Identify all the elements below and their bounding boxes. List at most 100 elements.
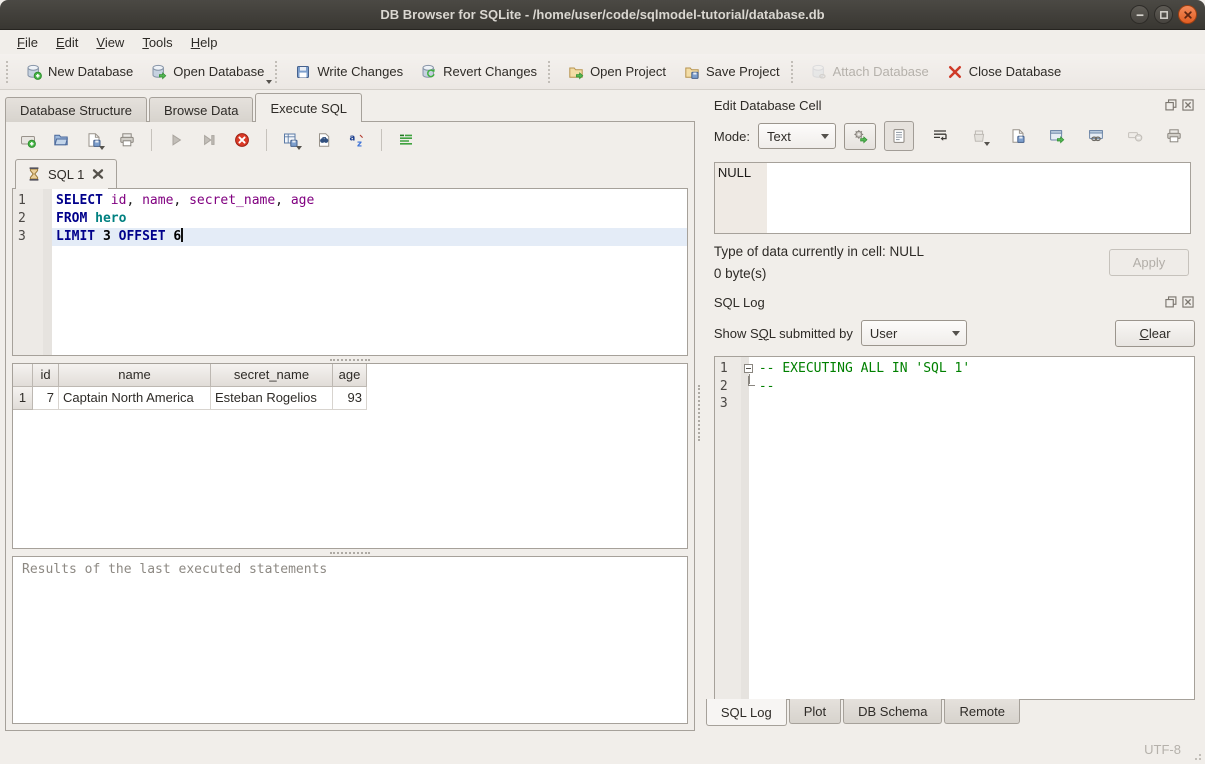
hourglass-icon (26, 166, 42, 182)
table-cell[interactable]: 93 (333, 387, 367, 410)
word-wrap-button[interactable] (927, 123, 953, 149)
table-row[interactable]: 17Captain North AmericaEsteban Rogelios9… (13, 387, 687, 410)
sql-log-editor[interactable]: 1-- EXECUTING ALL IN 'SQL 1'2--3 (714, 356, 1195, 700)
minimize-icon[interactable] (1130, 5, 1149, 24)
close-tab-icon[interactable] (90, 166, 106, 182)
dropdown-caret-icon[interactable] (99, 146, 105, 150)
import-cell-button[interactable] (966, 123, 992, 149)
print-sql-icon (119, 132, 135, 148)
column-header-name[interactable]: name (59, 364, 211, 387)
line-number: 1 (13, 192, 43, 210)
toolbar-grip[interactable] (548, 61, 554, 83)
export-cell-button[interactable] (1005, 123, 1031, 149)
revert-changes-button[interactable]: Revert Changes (412, 58, 546, 86)
format-sql-icon: az (349, 132, 365, 148)
table-cell[interactable]: Captain North America (59, 387, 211, 410)
export-results-button[interactable] (279, 128, 303, 152)
clear-button[interactable]: Clear (1115, 320, 1195, 347)
open-external-button[interactable] (1044, 123, 1070, 149)
execute-sql-button[interactable] (164, 128, 188, 152)
column-header-id[interactable]: id (33, 364, 59, 387)
mode-select[interactable]: Text (758, 123, 836, 149)
sql-code-editor[interactable]: 1SELECT id, name, secret_name, age2FROM … (12, 188, 688, 356)
row-number[interactable]: 1 (13, 387, 33, 410)
tab-plot[interactable]: Plot (789, 699, 841, 724)
cell-editor[interactable]: NULL (714, 162, 1191, 234)
log-line: 2-- (715, 378, 1194, 396)
tab-browse-data[interactable]: Browse Data (149, 97, 253, 122)
menu-tools[interactable]: Tools (133, 33, 181, 52)
grid-corner[interactable] (13, 364, 33, 387)
dropdown-caret-icon[interactable] (296, 146, 302, 150)
tab-execute-sql[interactable]: Execute SQL (255, 93, 362, 122)
log-filter-select[interactable]: User (861, 320, 967, 346)
text-mode-button[interactable] (884, 121, 914, 151)
code-line: 1SELECT id, name, secret_name, age (13, 192, 687, 210)
auto-format-button[interactable] (394, 128, 418, 152)
menu-file[interactable]: File (8, 33, 47, 52)
close-panel-icon[interactable] (1181, 98, 1195, 112)
write-changes-button[interactable]: Write Changes (286, 58, 412, 86)
open-project-button[interactable]: Open Project (559, 58, 675, 86)
find-replace-button[interactable] (312, 128, 336, 152)
column-header-secret_name[interactable]: secret_name (211, 364, 333, 387)
float-panel-icon[interactable] (1164, 98, 1178, 112)
dropdown-caret-icon[interactable] (266, 80, 272, 84)
print-sql-button[interactable] (115, 128, 139, 152)
grid-message-splitter[interactable] (6, 549, 694, 556)
table-cell[interactable]: Esteban Rogelios (211, 387, 333, 410)
tab-sql-log[interactable]: SQL Log (706, 699, 787, 726)
editor-grid-splitter[interactable] (6, 356, 694, 363)
code-token: OFFSET (119, 229, 166, 244)
tab-sql1[interactable]: SQL 1 (15, 159, 117, 188)
toolbar-grip[interactable] (791, 61, 797, 83)
table-cell[interactable]: 7 (33, 387, 59, 410)
main-toolbar: New DatabaseOpen Database Write ChangesRe… (0, 54, 1205, 90)
titlebar[interactable]: DB Browser for SQLite - /home/user/code/… (0, 0, 1205, 30)
tab-remote[interactable]: Remote (944, 699, 1020, 724)
code-token: secret_name (189, 193, 275, 208)
open-database-button[interactable]: Open Database (142, 58, 273, 86)
tab-db-schema[interactable]: DB Schema (843, 699, 942, 724)
new-database-button[interactable]: New Database (17, 58, 142, 86)
print-cell-button[interactable] (1161, 123, 1187, 149)
results-grid[interactable]: idnamesecret_nameage17Captain North Amer… (12, 363, 688, 549)
attach-database-icon (811, 64, 827, 80)
menu-view[interactable]: View (87, 33, 133, 52)
log-filter-row: Show SQL submitted by User Clear (706, 313, 1197, 353)
code-token: name (142, 193, 173, 208)
apply-mode-button[interactable] (844, 123, 876, 150)
set-null-button[interactable] (1122, 123, 1148, 149)
float-panel-icon[interactable] (1164, 295, 1178, 309)
copy-link-button[interactable] (1083, 123, 1109, 149)
apply-button[interactable]: Apply (1109, 249, 1189, 276)
stop-sql-button[interactable] (230, 128, 254, 152)
edit-cell-title: Edit Database Cell (714, 98, 822, 113)
text-mode-icon (891, 128, 907, 144)
window-controls (1130, 5, 1197, 24)
format-sql-button[interactable]: az (345, 128, 369, 152)
maximize-icon[interactable] (1154, 5, 1173, 24)
menu-edit[interactable]: Edit (47, 33, 87, 52)
open-sql-file-button[interactable] (49, 128, 73, 152)
tab-database-structure[interactable]: Database Structure (5, 97, 147, 122)
close-icon[interactable] (1178, 5, 1197, 24)
save-sql-file-button[interactable] (82, 128, 106, 152)
window-title: DB Browser for SQLite - /home/user/code/… (380, 7, 824, 22)
execute-line-button[interactable] (197, 128, 221, 152)
menu-help[interactable]: Help (182, 33, 227, 52)
dropdown-caret-icon[interactable] (984, 142, 990, 146)
fold-collapse-icon[interactable] (744, 364, 753, 373)
close-database-button[interactable]: Close Database (938, 58, 1071, 86)
column-header-age[interactable]: age (333, 364, 367, 387)
toolbar-grip[interactable] (6, 61, 12, 83)
save-project-button[interactable]: Save Project (675, 58, 789, 86)
code-token: id (111, 193, 127, 208)
close-panel-icon[interactable] (1181, 295, 1195, 309)
new-sql-tab-button[interactable] (16, 128, 40, 152)
code-token: FROM (56, 211, 87, 226)
resize-grip[interactable] (1193, 752, 1201, 760)
results-message-box[interactable]: Results of the last executed statements (12, 556, 688, 724)
toolbar-grip[interactable] (275, 61, 281, 83)
attach-database-button[interactable]: Attach Database (802, 58, 938, 86)
